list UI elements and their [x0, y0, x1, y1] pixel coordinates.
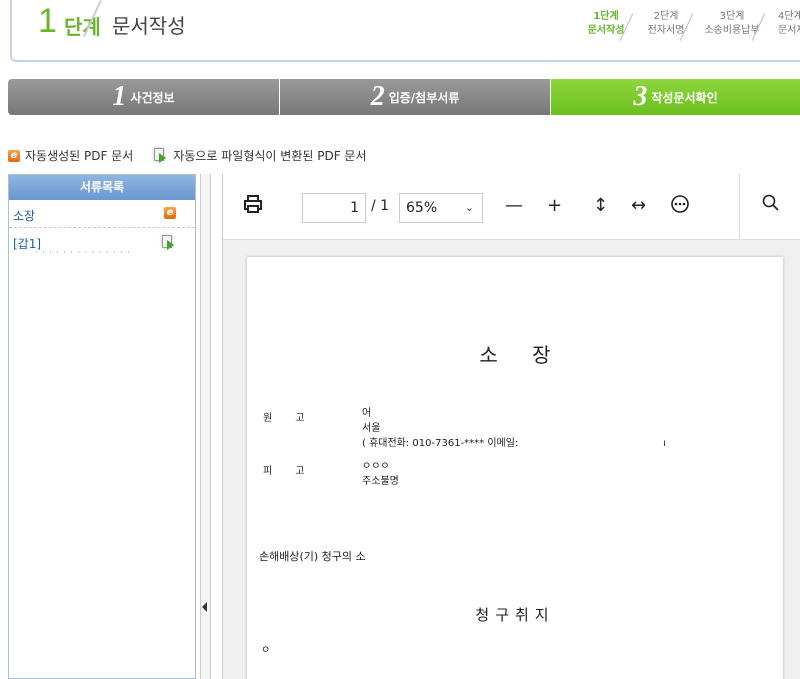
fit-width-icon[interactable]: ↔	[631, 194, 646, 218]
viewer-toolbar: 1 / 1 65% ⌄ — + ↕ ↔	[223, 174, 800, 240]
legend-converted-pdf: 자동으로 파일형식이 변환된 PDF 문서	[173, 149, 367, 163]
tab-case-info[interactable]: 1 사건정보	[8, 79, 280, 115]
plaintiff-address: 서울	[362, 423, 381, 434]
stage-header: 1 단계 문서작성 1단계 문서작성 2단계 전자서명 3단계 소송비용납부 4…	[10, 0, 800, 62]
e-pdf-icon: e	[164, 207, 176, 219]
fit-height-icon[interactable]: ↕	[593, 194, 608, 218]
truncated-filename: · · · · · · · · · · · · · ·	[35, 248, 131, 257]
document-list-header: 서류목록	[9, 175, 195, 200]
plaintiff-name: 어	[362, 408, 372, 419]
e-pdf-icon: e	[8, 149, 20, 162]
converted-doc-icon	[161, 235, 175, 250]
step-4: 4단계 문서제	[751, 10, 800, 44]
case-name: 손해배상(기) 청구의 소	[259, 550, 366, 563]
step-indicator: 1단계 문서작성 2단계 전자서명 3단계 소송비용납부 4단계 문서제	[576, 10, 800, 44]
list-item-evidence-1[interactable]: [갑1] · · · · · · · · · · · · · ·	[9, 228, 195, 257]
collapse-arrow-icon[interactable]	[202, 602, 207, 612]
claim-title: 청구취지	[475, 606, 555, 624]
pdf-viewer: 1 / 1 65% ⌄ — + ↕ ↔ 소 장 원 고 어 서울 ( 휴대전화:…	[222, 174, 800, 679]
progress-tabs: 1 사건정보 2 입증/첨부서류 3 작성문서확인	[8, 79, 800, 115]
claim-text: ㅇ	[261, 645, 271, 656]
icon-legend: e 자동생성된 PDF 문서 자동으로 파일형식이 변환된 PDF 문서	[8, 147, 367, 164]
list-item-complaint[interactable]: 소장 e	[9, 200, 195, 228]
tab-confirm-docs[interactable]: 3 작성문서확인	[551, 79, 800, 115]
defendant-address: 주소불명	[362, 476, 399, 487]
page-number-input[interactable]: 1	[302, 193, 366, 223]
defendant-name: ㅇㅇㅇ	[362, 461, 390, 472]
search-icon[interactable]	[762, 194, 780, 219]
document-list-panel: 서류목록 소장 e [갑1] · · · · · · · · · · · · ·…	[8, 174, 196, 679]
more-icon[interactable]	[670, 194, 690, 221]
stage-title: 문서작성	[112, 14, 186, 38]
converted-doc-icon	[153, 148, 167, 163]
print-icon[interactable]	[243, 194, 263, 221]
chevron-down-icon: ⌄	[464, 201, 474, 214]
panel-splitter[interactable]	[200, 174, 211, 679]
zoom-in-icon[interactable]: +	[547, 194, 562, 218]
tab-evidence[interactable]: 2 입증/첨부서류	[280, 79, 551, 115]
plaintiff-label: 원 고	[263, 413, 315, 424]
legend-auto-pdf: 자동생성된 PDF 문서	[25, 149, 134, 163]
zoom-out-icon[interactable]: —	[505, 194, 523, 218]
page-total: / 1	[371, 198, 390, 214]
pdf-page: 소 장 원 고 어 서울 ( 휴대전화: 010-7361-**** 이메일: …	[247, 257, 783, 679]
document-title: 소 장	[479, 343, 551, 367]
list-item-label: 소장	[13, 209, 36, 223]
zoom-select[interactable]: 65% ⌄	[399, 193, 483, 223]
defendant-label: 피 고	[263, 466, 315, 477]
stage-number: 1	[38, 2, 57, 40]
plaintiff-contact: ( 휴대전화: 010-7361-**** 이메일:	[362, 438, 519, 449]
